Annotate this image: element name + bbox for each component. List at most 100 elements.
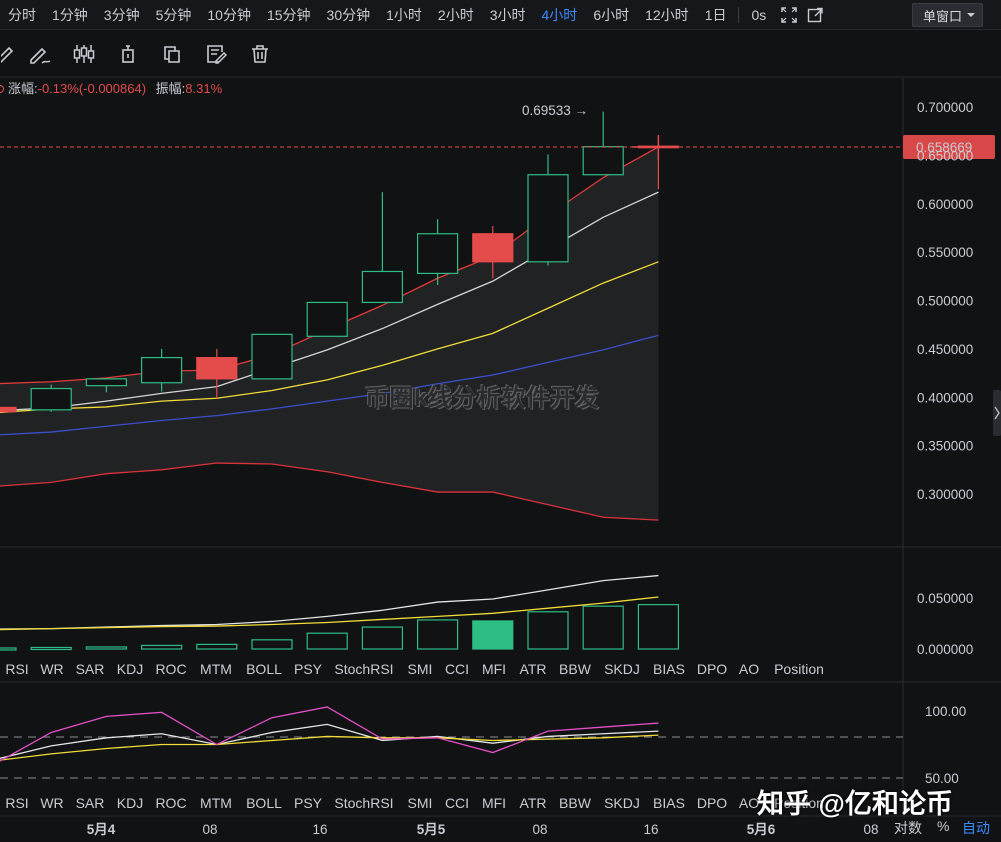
indicator-tab-dpo-b[interactable]: DPO xyxy=(697,795,727,811)
sub1-histogram-bar xyxy=(0,647,17,651)
indicator-tab-sar-b[interactable]: SAR xyxy=(76,795,105,811)
boll-lower-line xyxy=(0,462,659,521)
indicator-tab-kdj-a[interactable]: KDJ xyxy=(117,661,143,677)
edit-icon xyxy=(207,45,227,64)
indicator-tab-psy-a[interactable]: PSY xyxy=(294,661,323,677)
popout-icon[interactable] xyxy=(806,6,824,24)
time-axis-label: 16 xyxy=(643,822,658,837)
lock-icon xyxy=(122,45,134,63)
window-mode-label: 单窗口 xyxy=(922,8,962,24)
time-axis-label: 16 xyxy=(312,822,327,837)
indicator-tab-roc-b[interactable]: ROC xyxy=(155,795,186,811)
candle-down xyxy=(637,145,680,149)
amplitude-value: 8.31% xyxy=(185,81,223,96)
indicator-tab-bbw-b[interactable]: BBW xyxy=(559,795,592,811)
indicator-tab-atr-a[interactable]: ATR xyxy=(520,661,547,677)
interval-2[interactable]: 3分钟 xyxy=(96,0,148,30)
boll-band-fill xyxy=(0,146,659,521)
interval-0[interactable]: 分时 xyxy=(0,0,44,30)
brush-tool[interactable] xyxy=(18,32,62,76)
copy-tool[interactable] xyxy=(150,32,194,76)
edit-tool[interactable] xyxy=(194,32,238,76)
candle-up xyxy=(251,333,293,380)
indicator-tab-skdj-b[interactable]: SKDJ xyxy=(604,795,640,811)
price-axis-label: 0.350000 xyxy=(917,439,973,454)
window-mode-select[interactable]: 单窗口 xyxy=(911,3,983,27)
interval-14[interactable]: 0s xyxy=(743,0,774,30)
indicator-tab-stochrsi-a[interactable]: StochRSI xyxy=(334,661,393,677)
fullscreen-icon[interactable] xyxy=(780,6,798,24)
sub1-histogram-bar xyxy=(251,639,293,650)
interval-3[interactable]: 5分钟 xyxy=(148,0,200,30)
sub1-histogram-bar xyxy=(196,643,238,650)
drawing-toolbar xyxy=(0,31,1001,77)
delete-tool[interactable] xyxy=(238,32,282,76)
auto-scale-toggle[interactable]: 自动 xyxy=(962,818,990,838)
indicator-tab-mtm-a[interactable]: MTM xyxy=(200,661,232,677)
candle-up xyxy=(582,146,624,176)
indicator-tab-psy-b[interactable]: PSY xyxy=(294,795,323,811)
indicator-tab-position-a[interactable]: Position xyxy=(774,661,824,677)
lock-tool[interactable] xyxy=(106,32,150,76)
interval-8[interactable]: 2小时 xyxy=(430,0,482,30)
price-axis-label: 0.550000 xyxy=(917,245,973,260)
indicator-tab-kdj-b[interactable]: KDJ xyxy=(117,795,143,811)
sub1-histogram-bar xyxy=(527,611,569,650)
indicator-tab-boll-a[interactable]: BOLL xyxy=(246,661,282,677)
current-price-tag xyxy=(903,134,995,159)
sub1-histogram-bar xyxy=(361,626,403,650)
candle-down xyxy=(0,406,17,413)
time-axis-label: 5月6 xyxy=(747,822,776,837)
interval-6[interactable]: 30分钟 xyxy=(319,0,379,30)
interval-list: 分时 1分钟 3分钟 5分钟 10分钟 15分钟 30分钟 1小时 2小时 3小时 4小时 6小时 12… xyxy=(0,0,774,30)
interval-12[interactable]: 12小时 xyxy=(637,0,697,30)
sub1-histogram-bar xyxy=(417,619,459,650)
price-axis-label: 0.650000 xyxy=(917,148,973,163)
sub1-axis-label: 0.000000 xyxy=(917,642,973,657)
chart-scroll-handle[interactable] xyxy=(993,390,1001,436)
indicator-tab-cci-b[interactable]: CCI xyxy=(445,795,469,811)
time-axis-label: 5月4 xyxy=(87,822,116,837)
indicator-tab-skdj-a[interactable]: SKDJ xyxy=(604,661,640,677)
indicator-tab-rsi-a[interactable]: RSI xyxy=(5,661,28,677)
indicator-tab-atr-b[interactable]: ATR xyxy=(520,795,547,811)
indicator-tab-dpo-a[interactable]: DPO xyxy=(697,661,727,677)
amplitude-label: 振幅: xyxy=(155,81,186,96)
indicator-tab-bbw-a[interactable]: BBW xyxy=(559,661,592,677)
time-axis-label: 08 xyxy=(202,822,217,837)
indicator-tab-bias-b[interactable]: BIAS xyxy=(653,795,685,811)
sub1-histogram-bar xyxy=(306,632,348,650)
log-scale-toggle[interactable]: 对数 xyxy=(894,818,922,838)
indicator-tab-wr-a[interactable]: WR xyxy=(40,661,63,677)
indicator-tab-bias-a[interactable]: BIAS xyxy=(653,661,685,677)
percent-scale-toggle[interactable]: % xyxy=(937,818,949,834)
indicator-tab-mfi-a[interactable]: MFI xyxy=(482,661,506,677)
interval-bar: 分时 1分钟 3分钟 5分钟 10分钟 15分钟 30分钟 1小时 2小时 3小时 4小时 6小时 12… xyxy=(0,0,1001,30)
kline-chart[interactable]: 0.658669 0.69533 → 0.700000 0.650000 0.60000… xyxy=(0,0,1001,842)
interval-7[interactable]: 1小时 xyxy=(378,0,430,30)
indicator-tab-ao-a[interactable]: AO xyxy=(739,661,759,677)
indicator-tab-wr-b[interactable]: WR xyxy=(40,795,63,811)
indicator-tab-rsi-b[interactable]: RSI xyxy=(5,795,28,811)
time-axis-label: 08 xyxy=(532,822,547,837)
indicator-tab-cci-a[interactable]: CCI xyxy=(445,661,469,677)
interval-13[interactable]: 1日 xyxy=(697,0,735,30)
indicator-tab-mfi-b[interactable]: MFI xyxy=(482,795,506,811)
indicator-tab-roc-a[interactable]: ROC xyxy=(155,661,186,677)
interval-4[interactable]: 10分钟 xyxy=(199,0,259,30)
candle-type-tool[interactable] xyxy=(62,32,106,76)
interval-10[interactable]: 4小时 xyxy=(534,0,586,30)
interval-11[interactable]: 6小时 xyxy=(585,0,637,30)
pencil-tool[interactable] xyxy=(0,32,18,76)
interval-1[interactable]: 1分钟 xyxy=(44,0,96,30)
indicator-tab-smi-a[interactable]: SMI xyxy=(408,661,433,677)
indicator-tab-stochrsi-b[interactable]: StochRSI xyxy=(334,795,393,811)
indicator-tab-sar-a[interactable]: SAR xyxy=(76,661,105,677)
indicator-tab-smi-b[interactable]: SMI xyxy=(408,795,433,811)
indicator-tab-mtm-b[interactable]: MTM xyxy=(200,795,232,811)
price-axis-label: 0.400000 xyxy=(917,390,973,405)
candle-up xyxy=(361,270,403,304)
interval-9[interactable]: 3小时 xyxy=(482,0,534,30)
indicator-tab-boll-b[interactable]: BOLL xyxy=(246,795,282,811)
interval-5[interactable]: 15分钟 xyxy=(259,0,319,30)
